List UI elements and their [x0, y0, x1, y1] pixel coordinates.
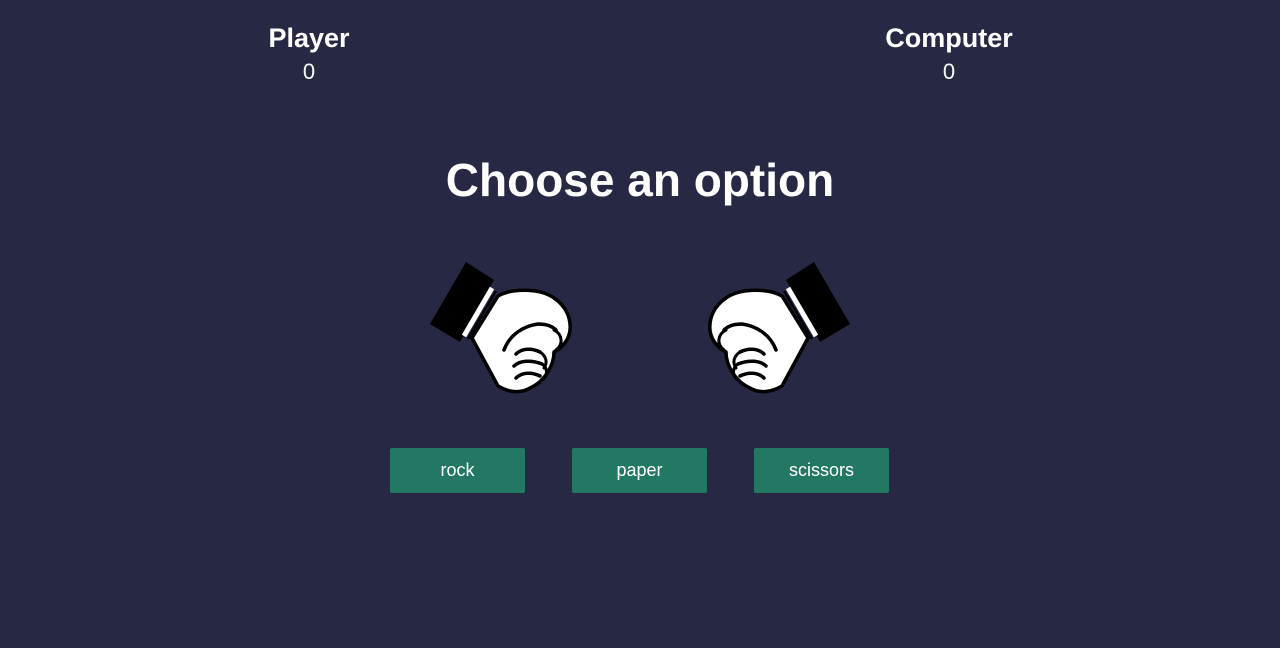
player-score-panel: Player 0 — [209, 22, 409, 85]
computer-fist-icon — [702, 258, 852, 398]
paper-button[interactable]: paper — [572, 448, 707, 493]
player-label: Player — [268, 23, 350, 53]
computer-score-panel: Computer 0 — [849, 22, 1049, 85]
computer-label: Computer — [885, 23, 1013, 53]
player-score: 0 — [302, 59, 316, 84]
computer-score: 0 — [942, 59, 956, 84]
rock-button[interactable]: rock — [390, 448, 525, 493]
player-fist-icon — [428, 258, 578, 398]
scissors-button[interactable]: scissors — [754, 448, 889, 493]
page-title: Choose an option — [445, 154, 835, 206]
